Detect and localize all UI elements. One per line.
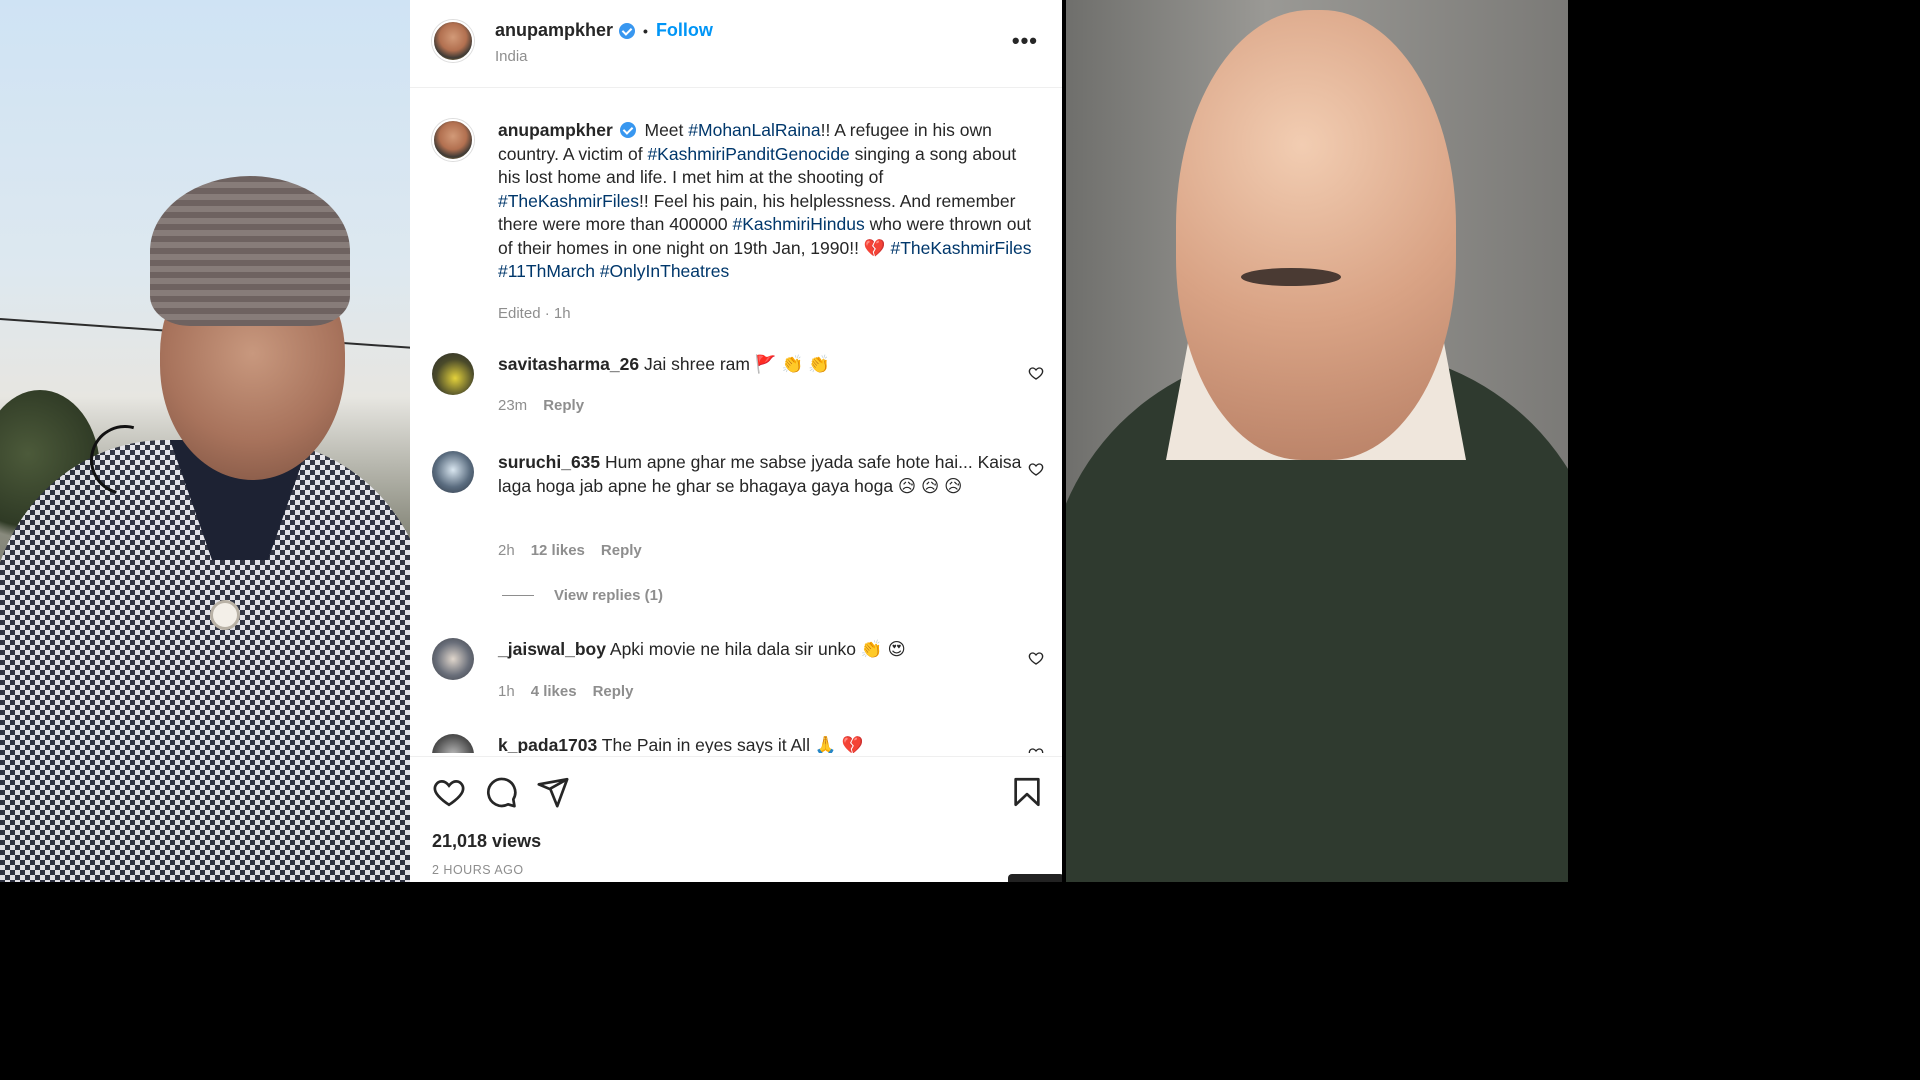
reply-button[interactable]: Reply (543, 397, 584, 414)
comment-text: k_pada1703 The Pain in eyes says it All … (498, 734, 1038, 753)
commenter-avatar[interactable] (432, 638, 474, 680)
hashtag-link[interactable]: #KashmiriPanditGenocide (647, 144, 849, 164)
comment-time: 23m (498, 397, 528, 414)
comment-meta: 23m Reply (498, 397, 584, 414)
comment-content: Jai shree ram 🚩 👏 👏 (643, 354, 830, 374)
comment-content: The Pain in eyes says it All 🙏 💔 (601, 735, 864, 753)
more-options-icon[interactable]: ••• (1012, 30, 1038, 52)
likes-count[interactable]: 12 likes (531, 542, 585, 559)
comment-text: _jaiswal_boy Apki movie ne hila dala sir… (498, 638, 1038, 662)
heart-icon[interactable] (1028, 365, 1044, 381)
bald-man-face (1176, 10, 1456, 460)
commenter-username[interactable]: savitasharma_26 (498, 354, 639, 374)
views-count[interactable]: 21,018 views (432, 831, 541, 852)
share-icon[interactable] (536, 775, 570, 809)
commenter-avatar[interactable] (432, 353, 474, 395)
coat-button (210, 600, 240, 630)
commenter-username[interactable]: _jaiswal_boy (498, 639, 606, 659)
author-avatar[interactable] (432, 20, 474, 62)
bookmark-icon[interactable] (1010, 775, 1044, 809)
verified-badge-icon (619, 22, 636, 39)
likes-count[interactable]: 4 likes (531, 683, 577, 700)
reply-button[interactable]: Reply (593, 683, 634, 700)
author-username[interactable]: anupampkher (495, 20, 613, 41)
hashtag-link[interactable]: #TheKashmirFiles (890, 238, 1031, 258)
post-header: anupampkher • Follow India ••• (410, 0, 1062, 88)
author-row: anupampkher • Follow (495, 20, 713, 41)
commenter-avatar[interactable] (432, 451, 474, 493)
comment-meta: 2h 12 likes Reply (498, 542, 642, 559)
hashtag-link[interactable]: #11ThMarch (498, 261, 595, 281)
caption-meta: Edited · 1h (498, 305, 571, 322)
view-replies-button[interactable]: View replies (1) (502, 587, 663, 604)
commenter-username[interactable]: suruchi_635 (498, 452, 600, 472)
view-replies-label[interactable]: View replies (1) (554, 587, 663, 604)
caption-body: Meet #MohanLalRaina!! A refugee in his o… (498, 120, 1032, 281)
post-actions-bar: 21,018 views 2 HOURS AGO (410, 756, 1062, 882)
comment-text: suruchi_635 Hum apne ghar me sabse jyada… (498, 451, 1038, 498)
comment-time: 1h (498, 683, 515, 700)
commenter-avatar[interactable] (432, 734, 474, 753)
reply-button[interactable]: Reply (601, 542, 642, 559)
caption-avatar[interactable] (432, 119, 474, 161)
mustache (1241, 268, 1341, 286)
comment-icon[interactable] (484, 775, 518, 809)
heart-icon[interactable] (1028, 650, 1044, 666)
comments-scroll-area[interactable]: anupampkher Meet #MohanLalRaina!! A refu… (410, 89, 1062, 753)
scroll-handle[interactable] (1008, 874, 1064, 882)
comment-content: Apki movie ne hila dala sir unko 👏 😍 (609, 639, 906, 659)
post-timestamp: 2 HOURS AGO (432, 863, 524, 877)
replies-divider (502, 595, 534, 596)
hashtag-link[interactable]: #TheKashmirFiles (498, 191, 639, 211)
wool-cap (150, 176, 350, 326)
hashtag-link[interactable]: #OnlyInTheatres (600, 261, 729, 281)
comment-text: savitasharma_26 Jai shree ram 🚩 👏 👏 (498, 353, 1038, 377)
post-location[interactable]: India (495, 48, 528, 65)
commenter-username[interactable]: k_pada1703 (498, 735, 597, 753)
separator-dot: • (643, 22, 648, 39)
verified-badge-icon (619, 122, 636, 138)
follow-button[interactable]: Follow (656, 20, 713, 41)
post-panel: anupampkher • Follow India ••• anupampkh… (410, 0, 1064, 882)
heart-icon[interactable] (432, 775, 466, 809)
left-video-frame (0, 0, 410, 882)
heart-icon[interactable] (1028, 746, 1044, 753)
heart-icon[interactable] (1028, 461, 1044, 477)
caption-username[interactable]: anupampkher (498, 120, 613, 140)
comment-time: 2h (498, 542, 515, 559)
comment-meta: 1h 4 likes Reply (498, 683, 633, 700)
hashtag-link[interactable]: #KashmiriHindus (732, 214, 864, 234)
caption-text: anupampkher Meet #MohanLalRaina!! A refu… (498, 119, 1038, 284)
right-portrait-photo (1066, 0, 1568, 882)
caption-segment: Meet (644, 120, 689, 140)
hashtag-link[interactable]: #MohanLalRaina (688, 120, 820, 140)
